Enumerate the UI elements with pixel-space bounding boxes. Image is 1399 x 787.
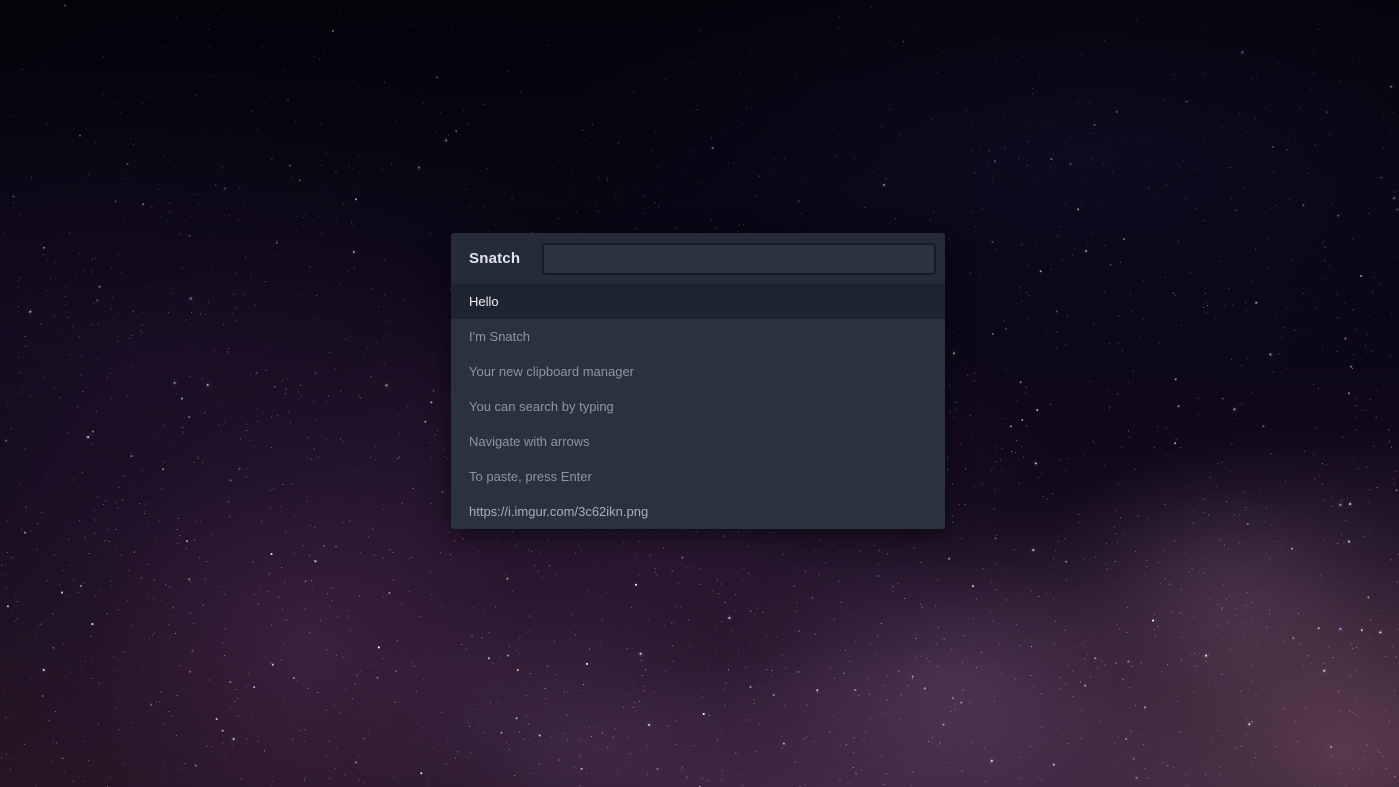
clipboard-item[interactable]: To paste, press Enter: [451, 459, 945, 494]
clipboard-item-list[interactable]: Hello I'm Snatch Your new clipboard manage…: [451, 284, 945, 529]
clipboard-item-selected[interactable]: Hello: [451, 284, 945, 319]
snatch-window: Snatch Hello I'm Snatch Your new clipboard…: [451, 233, 945, 529]
snatch-header-bar: Snatch: [451, 233, 945, 284]
desktop: Snatch Hello I'm Snatch Your new clipboard…: [0, 0, 1399, 787]
clipboard-item[interactable]: I'm Snatch: [451, 319, 945, 354]
app-title: Snatch: [469, 250, 521, 267]
search-input[interactable]: [542, 242, 936, 275]
clipboard-item[interactable]: Your new clipboard manager: [451, 354, 945, 389]
clipboard-item[interactable]: https://i.imgur.com/3c62ikn.png: [451, 494, 945, 529]
clipboard-item[interactable]: Navigate with arrows: [451, 424, 945, 459]
clipboard-item[interactable]: You can search by typing: [451, 389, 945, 424]
